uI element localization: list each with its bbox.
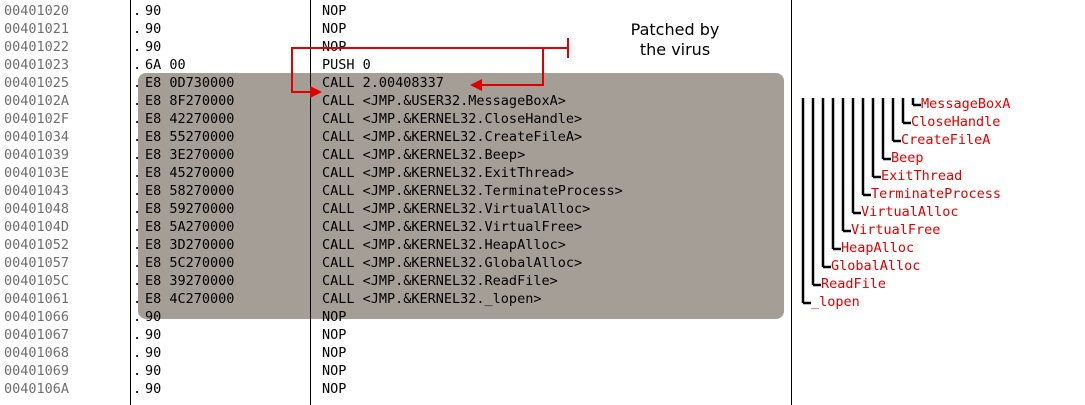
api-tree-label: _lopen	[811, 294, 860, 310]
api-tree-label: MessageBoxA	[921, 96, 1011, 112]
annotation-graphics	[291, 38, 921, 305]
api-tree-label: GlobalAlloc	[831, 258, 921, 274]
disassembly-view: 00401020. 90 NOP 00401021. 90 NOP 00401022. 90 N…	[0, 0, 1085, 405]
api-tree-label: ReadFile	[821, 276, 887, 292]
patch-arrow-right-head	[470, 79, 482, 91]
api-tree-label: VirtualFree	[851, 222, 941, 238]
api-tree-label: TerminateProcess	[871, 186, 1002, 202]
api-tree-label: Beep	[891, 150, 924, 166]
api-tree-label: CreateFileA	[901, 132, 991, 148]
api-tree-label: ExitThread	[881, 168, 963, 184]
patch-arrow-right-line	[482, 48, 544, 86]
api-tree-label: HeapAlloc	[841, 240, 915, 256]
patch-arrow-left-head	[310, 86, 322, 98]
api-tree-label: CloseHandle	[911, 114, 1001, 130]
api-tree-label: VirtualAlloc	[861, 204, 959, 220]
